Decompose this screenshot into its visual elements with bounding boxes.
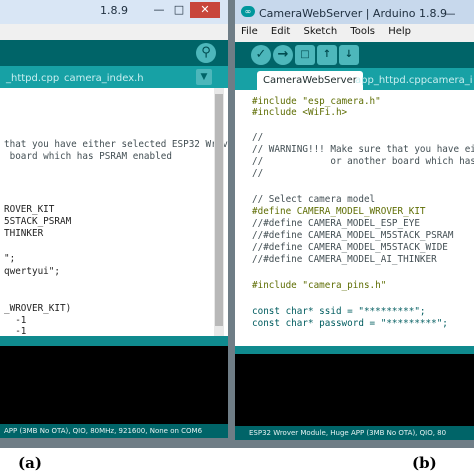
window-a-titlebar: 1.8.9 — □ ✕ [0, 0, 228, 24]
window-b-titlebar: ∞ CameraWebServer | Arduino 1.8.9 — [235, 0, 474, 24]
code-line: // [252, 168, 264, 179]
open-icon[interactable]: ↑ [317, 45, 337, 65]
code-line: // or another board which has PSRAM [252, 156, 474, 167]
window-a-editor[interactable]: that you have either selected ESP32 Wrov… [0, 88, 228, 337]
window-gap [228, 0, 235, 448]
arduino-window-a: 1.8.9 — □ ✕ ⚲ _httpd.cpp camera_index.h … [0, 0, 228, 448]
verify-icon[interactable]: ✓ [251, 45, 271, 65]
menu-help[interactable]: Help [383, 24, 416, 37]
window-a-menubar [0, 24, 228, 40]
minimize-icon[interactable]: — [150, 2, 168, 18]
window-a-bottom-edge [0, 438, 228, 448]
code-line: THINKER [4, 228, 44, 239]
code-line: qwertyui"; [4, 266, 60, 277]
code-line: #include "esp_camera.h" [252, 96, 381, 107]
window-a-statusbar: APP (3MB No OTA), QIO, 80MHz, 921600, No… [0, 424, 228, 438]
caption-a: (a) [18, 454, 42, 472]
code-line: //#define CAMERA_MODEL_M5STACK_PSRAM [252, 230, 454, 241]
code-line: #define CAMERA_MODEL_WROVER_KIT [252, 206, 426, 217]
arduino-window-b: ∞ CameraWebServer | Arduino 1.8.9 — File… [235, 0, 474, 448]
upload-icon[interactable]: → [273, 45, 293, 65]
arduino-logo-icon: ∞ [241, 6, 255, 17]
caption-b: (b) [412, 454, 437, 472]
code-line: ROVER_KIT [4, 204, 55, 215]
window-b-divider[interactable] [235, 346, 474, 354]
code-line: _WROVER_KIT) [4, 303, 72, 314]
menu-edit[interactable]: Edit [266, 24, 295, 37]
window-b-statusbar: ESP32 Wrover Module, Huge APP (3MB No OT… [235, 426, 474, 440]
code-line: // WARNING!!! Make sure that you have ei… [252, 144, 474, 155]
window-a-title-version: 1.8.9 [100, 4, 128, 17]
scrollbar-thumb[interactable] [215, 94, 223, 326]
code-line: const char* password = "*********"; [252, 318, 448, 329]
window-b-title: CameraWebServer | Arduino 1.8.9 [259, 7, 447, 20]
save-icon[interactable]: ↓ [339, 45, 359, 65]
code-line: const char* ssid = "*********"; [252, 306, 426, 317]
new-icon[interactable]: □ [295, 45, 315, 65]
window-b-console [235, 354, 474, 426]
code-line: "; [4, 253, 16, 264]
code-line: board which has PSRAM enabled [4, 151, 172, 162]
window-b-toolbar: ✓ → □ ↑ ↓ [235, 42, 474, 68]
menu-sketch[interactable]: Sketch [298, 24, 342, 37]
window-a-toolbar: ⚲ [0, 40, 228, 66]
code-line: //#define CAMERA_MODEL_M5STACK_WIDE [252, 242, 448, 253]
window-a-console [0, 346, 228, 424]
tab-camerawebserver[interactable]: CameraWebServer [257, 71, 363, 90]
close-icon[interactable]: ✕ [190, 2, 220, 18]
maximize-icon[interactable]: □ [170, 2, 188, 18]
tab-httpd[interactable]: _httpd.cpp [0, 69, 65, 88]
code-line: -1 [4, 315, 27, 326]
code-line: // Select camera model [252, 194, 376, 205]
code-line: #include "camera_pins.h" [252, 280, 387, 291]
code-line: that you have either selected ESP32 Wrov… [4, 139, 228, 150]
window-a-divider[interactable] [0, 336, 228, 346]
menu-tools[interactable]: Tools [345, 24, 380, 37]
tab-camera-index[interactable]: camera_index.h [58, 69, 150, 88]
menu-file[interactable]: File [235, 24, 263, 37]
window-b-minimize-icon[interactable]: — [441, 6, 459, 22]
code-line: 5STACK_PSRAM [4, 216, 72, 227]
window-a-tabbar: _httpd.cpp camera_index.h ▼ [0, 66, 228, 88]
code-line: //#define CAMERA_MODEL_ESP_EYE [252, 218, 420, 229]
serial-monitor-icon[interactable]: ⚲ [196, 43, 216, 63]
tab-camera-index[interactable]: camera_i [421, 71, 474, 90]
tab-menu-arrow-icon[interactable]: ▼ [196, 69, 212, 85]
code-line: //#define CAMERA_MODEL_AI_THINKER [252, 254, 437, 265]
editor-scrollbar[interactable] [214, 88, 224, 336]
window-b-menubar: File Edit Sketch Tools Help [235, 24, 474, 42]
window-b-bottom-edge [235, 440, 474, 448]
window-b-tabbar: CameraWebServer app_httpd.cpp camera_i [235, 68, 474, 90]
window-b-editor[interactable]: #include "esp_camera.h" #include <WiFi.h… [235, 90, 474, 346]
code-line: // [252, 132, 264, 143]
code-line: #include <WiFi.h> [252, 107, 348, 118]
